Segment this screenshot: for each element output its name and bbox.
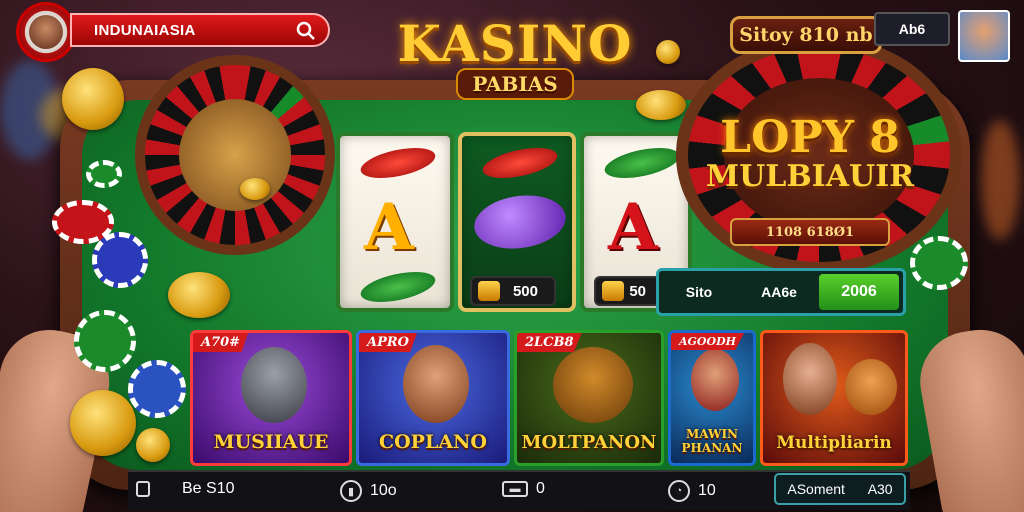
search-text: INDUNAIASIA xyxy=(94,21,196,39)
logo-subtitle: PABIAS xyxy=(456,68,574,100)
game-card[interactable]: A70# MUSIIAUE xyxy=(190,330,352,466)
background-light xyxy=(980,120,1020,240)
player-avatar[interactable] xyxy=(16,2,76,62)
game-title: MAWIN PHANAN xyxy=(681,427,743,455)
leaf-symbol xyxy=(358,266,438,308)
timer-icon: ◔ xyxy=(668,480,690,502)
history-icon: ▮ xyxy=(340,480,362,502)
game-art xyxy=(553,347,633,423)
poker-chip-green xyxy=(910,236,968,290)
gold-coin xyxy=(240,178,270,200)
roulette-wheel-left xyxy=(135,55,335,255)
feature-line-2: MULBIAUIR xyxy=(705,159,915,194)
chili-symbol xyxy=(358,142,438,184)
game-badge: AGOODH xyxy=(671,333,745,350)
game-card[interactable]: Multipliarin xyxy=(760,330,908,466)
bottom-item-balance[interactable]: Be S10 xyxy=(136,480,234,498)
game-art xyxy=(241,347,307,423)
poker-chip-blue xyxy=(128,360,186,418)
bet-label: Sito xyxy=(685,284,713,300)
game-title: MUSIIAUE xyxy=(213,431,329,453)
game-title: MOLTPANON xyxy=(521,432,657,453)
poker-chip-blue xyxy=(92,232,148,288)
gold-coin xyxy=(62,68,124,130)
game-art xyxy=(845,359,897,415)
game-badge: APRO xyxy=(359,333,417,352)
bottom-value-3: 0 xyxy=(536,480,545,497)
feature-title: LOPY 8 MULBIAUIR xyxy=(700,116,920,194)
game-badge: A70# xyxy=(193,333,249,352)
coin-icon xyxy=(602,281,624,301)
reel-win-pill: 500 xyxy=(470,276,556,306)
reel-win-value: 500 xyxy=(512,282,538,300)
game-art xyxy=(783,343,837,415)
poker-chip-green xyxy=(86,160,122,188)
game-title: COPLANO xyxy=(379,431,487,453)
gold-coin xyxy=(636,90,686,120)
leaf-symbol xyxy=(602,142,682,184)
search-icon[interactable] xyxy=(296,21,316,41)
eggplant-symbol xyxy=(470,189,570,255)
letter-a-symbol: A xyxy=(364,190,414,265)
gold-coin xyxy=(656,40,680,64)
bet-bar[interactable]: Sito AA6e 2006 xyxy=(656,268,906,316)
feature-line-1: LOPY 8 xyxy=(720,112,900,163)
casino-logo: KASINO PABIAS xyxy=(395,16,635,108)
game-art xyxy=(403,345,469,423)
balance-text: Be S10 xyxy=(182,480,235,497)
bottom-value-4: 10 xyxy=(698,482,716,499)
search-bar[interactable]: INDUNAIASIA xyxy=(70,13,330,47)
bottom-item-4[interactable]: ◔ 10 xyxy=(668,480,716,502)
poker-chip-green xyxy=(74,310,136,372)
feature-ribbon: 1108 618Ø1 xyxy=(730,218,890,246)
bottom-item-2[interactable]: ▮ 10o xyxy=(340,480,397,502)
gold-coin xyxy=(70,390,136,456)
game-card[interactable]: APRO COPLANO xyxy=(356,330,510,466)
top-right-button[interactable]: Ab6 xyxy=(874,12,950,46)
game-card[interactable]: 2LCB8 MOLTPANON xyxy=(514,330,664,466)
chili-symbol xyxy=(480,142,560,184)
profile-avatar[interactable] xyxy=(958,10,1010,62)
bottom-item-3[interactable]: ▬ 0 xyxy=(502,480,545,498)
game-badge: 2LCB8 xyxy=(517,333,582,352)
avatar-face xyxy=(29,15,63,49)
bottom-value-2: 10o xyxy=(370,482,397,499)
cash-icon: ▬ xyxy=(502,481,528,497)
coin-icon xyxy=(478,281,500,301)
reel-win-pill: 50 xyxy=(594,276,664,306)
bottom-action-button[interactable]: ASoment A30 xyxy=(774,473,906,505)
gold-coin xyxy=(136,428,170,462)
gold-coin xyxy=(168,272,230,318)
wallet-icon xyxy=(136,481,150,497)
letter-a-symbol: A xyxy=(608,190,658,265)
bet-confirm-button[interactable]: 2006 xyxy=(819,274,899,310)
slot-reel-1: A xyxy=(336,132,454,312)
game-art xyxy=(691,349,739,411)
bottom-action-label: ASoment xyxy=(787,481,845,497)
bottom-action-value: A30 xyxy=(867,481,893,497)
logo-title: KASINO xyxy=(397,14,633,73)
top-banner: Sitoy 810 nb xyxy=(730,16,882,54)
reel-win-value: 50 xyxy=(629,282,646,300)
bet-amount[interactable]: AA6e xyxy=(739,284,819,300)
game-title: Multipliarin xyxy=(776,433,892,453)
game-card[interactable]: AGOODH MAWIN PHANAN xyxy=(668,330,756,466)
